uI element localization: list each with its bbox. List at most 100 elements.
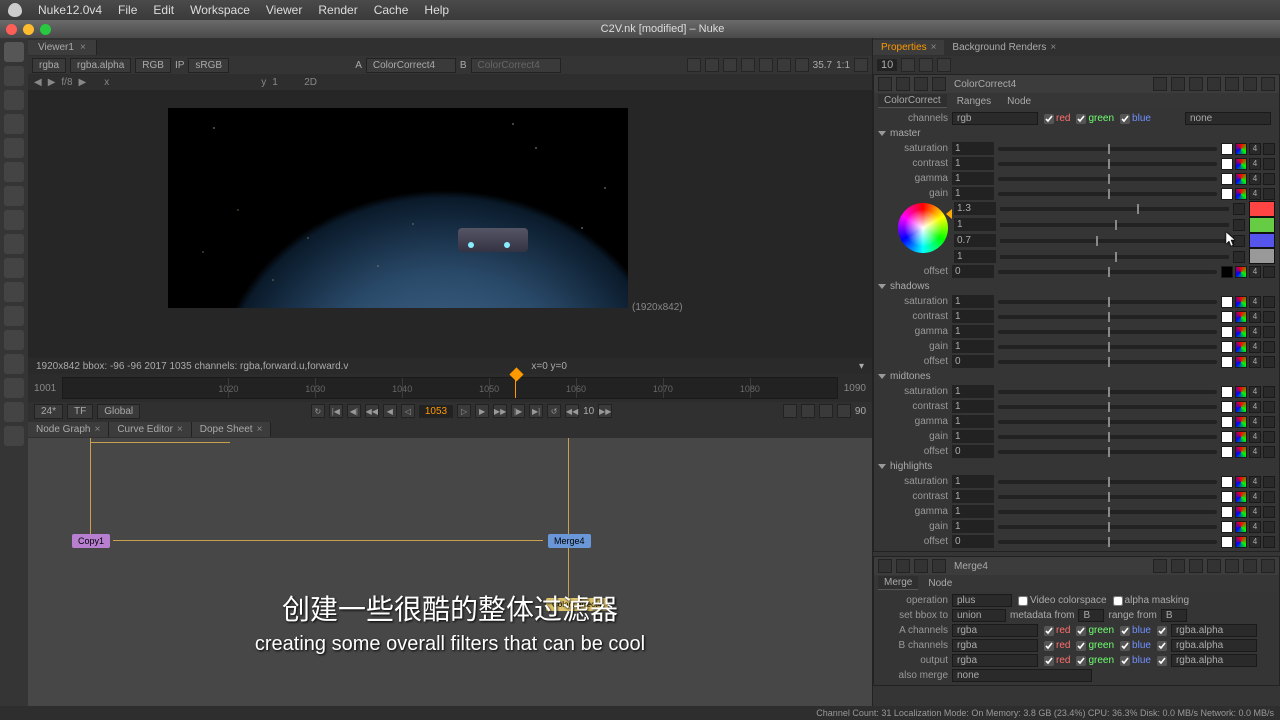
tab-dopesheet[interactable]: Dope Sheet× <box>192 422 272 437</box>
colorwheel-toggle[interactable] <box>1235 143 1247 155</box>
expand-icon[interactable] <box>878 77 892 91</box>
colorwheel-toggle[interactable] <box>1235 431 1247 443</box>
gain-value[interactable]: 1 <box>952 340 994 353</box>
pin-icon[interactable] <box>1153 559 1167 573</box>
clear-icon[interactable] <box>919 58 933 72</box>
slider-g[interactable] <box>1000 223 1229 227</box>
viewer-icon[interactable] <box>705 58 719 72</box>
colorwheel-toggle[interactable] <box>1235 386 1247 398</box>
float-icon[interactable] <box>1171 559 1185 573</box>
num-button[interactable]: 4 <box>1249 446 1261 458</box>
tool-select[interactable] <box>4 42 24 62</box>
color-swatch[interactable] <box>1221 476 1233 488</box>
close-icon[interactable] <box>6 24 17 35</box>
anim-icon[interactable] <box>1233 235 1245 247</box>
zoom-value[interactable]: 35.7 <box>813 60 832 71</box>
redo-icon[interactable] <box>1207 559 1221 573</box>
global-dropdown[interactable]: Global <box>97 404 140 419</box>
node-colorcorrect[interactable]: ColorCorrect4 <box>546 598 608 611</box>
rate-value[interactable]: 90 <box>855 406 866 417</box>
color-swatch[interactable] <box>1221 506 1233 518</box>
num-button[interactable]: 4 <box>1249 143 1261 155</box>
gamma-value[interactable]: 1 <box>952 172 994 185</box>
colorwheel-toggle[interactable] <box>1235 158 1247 170</box>
input-a-dropdown[interactable]: ColorCorrect4 <box>366 58 456 73</box>
offset-slider[interactable] <box>998 270 1217 274</box>
saturation-value[interactable]: 1 <box>952 385 994 398</box>
apple-icon[interactable] <box>8 3 22 17</box>
saturation-slider[interactable] <box>998 390 1217 394</box>
pin-icon[interactable] <box>1153 77 1167 91</box>
ip-toggle[interactable]: IP <box>175 60 184 71</box>
tab-properties[interactable]: Properties× <box>873 40 944 55</box>
gain-value[interactable]: 1 <box>952 187 994 200</box>
color-swatch[interactable] <box>1221 296 1233 308</box>
viewer-icon[interactable] <box>759 58 773 72</box>
color-sliders[interactable] <box>1249 201 1275 264</box>
colorwheel-toggle[interactable] <box>1235 476 1247 488</box>
color-swatch[interactable] <box>1221 521 1233 533</box>
colorwheel-toggle[interactable] <box>1235 416 1247 428</box>
redo-icon[interactable] <box>1207 77 1221 91</box>
saturation-value[interactable]: 1 <box>952 142 994 155</box>
viewer-icon[interactable] <box>854 58 868 72</box>
edit-icon[interactable] <box>937 58 951 72</box>
menu-cache[interactable]: Cache <box>366 3 417 17</box>
loop-button[interactable]: ↺ <box>547 404 561 418</box>
close-icon[interactable] <box>1261 559 1275 573</box>
offset-value[interactable]: 0 <box>952 445 994 458</box>
current-frame[interactable]: 1053 <box>419 405 453 418</box>
stop-button[interactable]: ◀◀ <box>565 404 579 418</box>
play-back-button[interactable]: ◀ <box>383 404 397 418</box>
max-panels[interactable]: 10 <box>877 59 897 71</box>
channels-dropdown[interactable]: rgba <box>32 58 66 73</box>
tool-d[interactable] <box>4 282 24 302</box>
color-wheel[interactable] <box>898 203 948 253</box>
contrast-value[interactable]: 1 <box>952 310 994 323</box>
num-button[interactable]: 4 <box>1249 536 1261 548</box>
anim-icon[interactable] <box>1263 386 1275 398</box>
section-master[interactable]: master <box>874 126 1279 141</box>
input-b-dropdown[interactable]: ColorCorrect4 <box>471 58 561 73</box>
gamma-value[interactable]: 1 <box>952 325 994 338</box>
tool-pin[interactable] <box>4 258 24 278</box>
close-icon[interactable] <box>1261 77 1275 91</box>
color-swatch[interactable] <box>1221 491 1233 503</box>
mask-dropdown[interactable]: none <box>1185 112 1271 125</box>
dim-dropdown[interactable]: 2D <box>304 77 317 88</box>
lock-icon[interactable] <box>901 58 915 72</box>
lock-icon[interactable] <box>819 404 833 418</box>
red-checkbox[interactable]: red <box>1044 113 1070 124</box>
contrast-slider[interactable] <box>998 162 1217 166</box>
color-swatch[interactable] <box>1221 536 1233 548</box>
gain-g[interactable]: 1 <box>954 218 996 231</box>
num-button[interactable]: 4 <box>1249 491 1261 503</box>
anim-icon[interactable] <box>1263 296 1275 308</box>
tab-bg-renders[interactable]: Background Renders× <box>944 40 1064 55</box>
offset-slider[interactable] <box>998 360 1217 364</box>
colorwheel-toggle[interactable] <box>1235 446 1247 458</box>
last-frame-button[interactable]: ▶| <box>529 404 543 418</box>
tool-script[interactable] <box>4 354 24 374</box>
color-swatch[interactable] <box>1221 386 1233 398</box>
offset-value[interactable]: 0 <box>952 535 994 548</box>
num-button[interactable]: 4 <box>1249 188 1261 200</box>
alpha-masking-checkbox[interactable]: alpha masking <box>1113 595 1189 606</box>
timeline[interactable]: 1001 1020103010401050106010701080 1090 <box>28 374 872 402</box>
anim-icon[interactable] <box>1263 158 1275 170</box>
colorwheel-toggle[interactable] <box>1235 356 1247 368</box>
b-channels-dropdown[interactable]: rgba <box>952 639 1038 652</box>
anim-icon[interactable] <box>1263 173 1275 185</box>
timeline-in[interactable]: 1001 <box>34 383 56 394</box>
num-button[interactable]: 4 <box>1249 386 1261 398</box>
anim-icon[interactable] <box>1263 416 1275 428</box>
next-frame-button[interactable]: ▷ <box>457 404 471 418</box>
minimize-icon[interactable] <box>23 24 34 35</box>
saturation-slider[interactable] <box>998 300 1217 304</box>
tool-gear[interactable] <box>4 426 24 446</box>
tool-o[interactable] <box>4 306 24 326</box>
float-icon[interactable] <box>1171 77 1185 91</box>
gamma-slider[interactable] <box>998 510 1217 514</box>
timeline-track[interactable]: 1020103010401050106010701080 <box>62 377 838 399</box>
menu-help[interactable]: Help <box>416 3 457 17</box>
